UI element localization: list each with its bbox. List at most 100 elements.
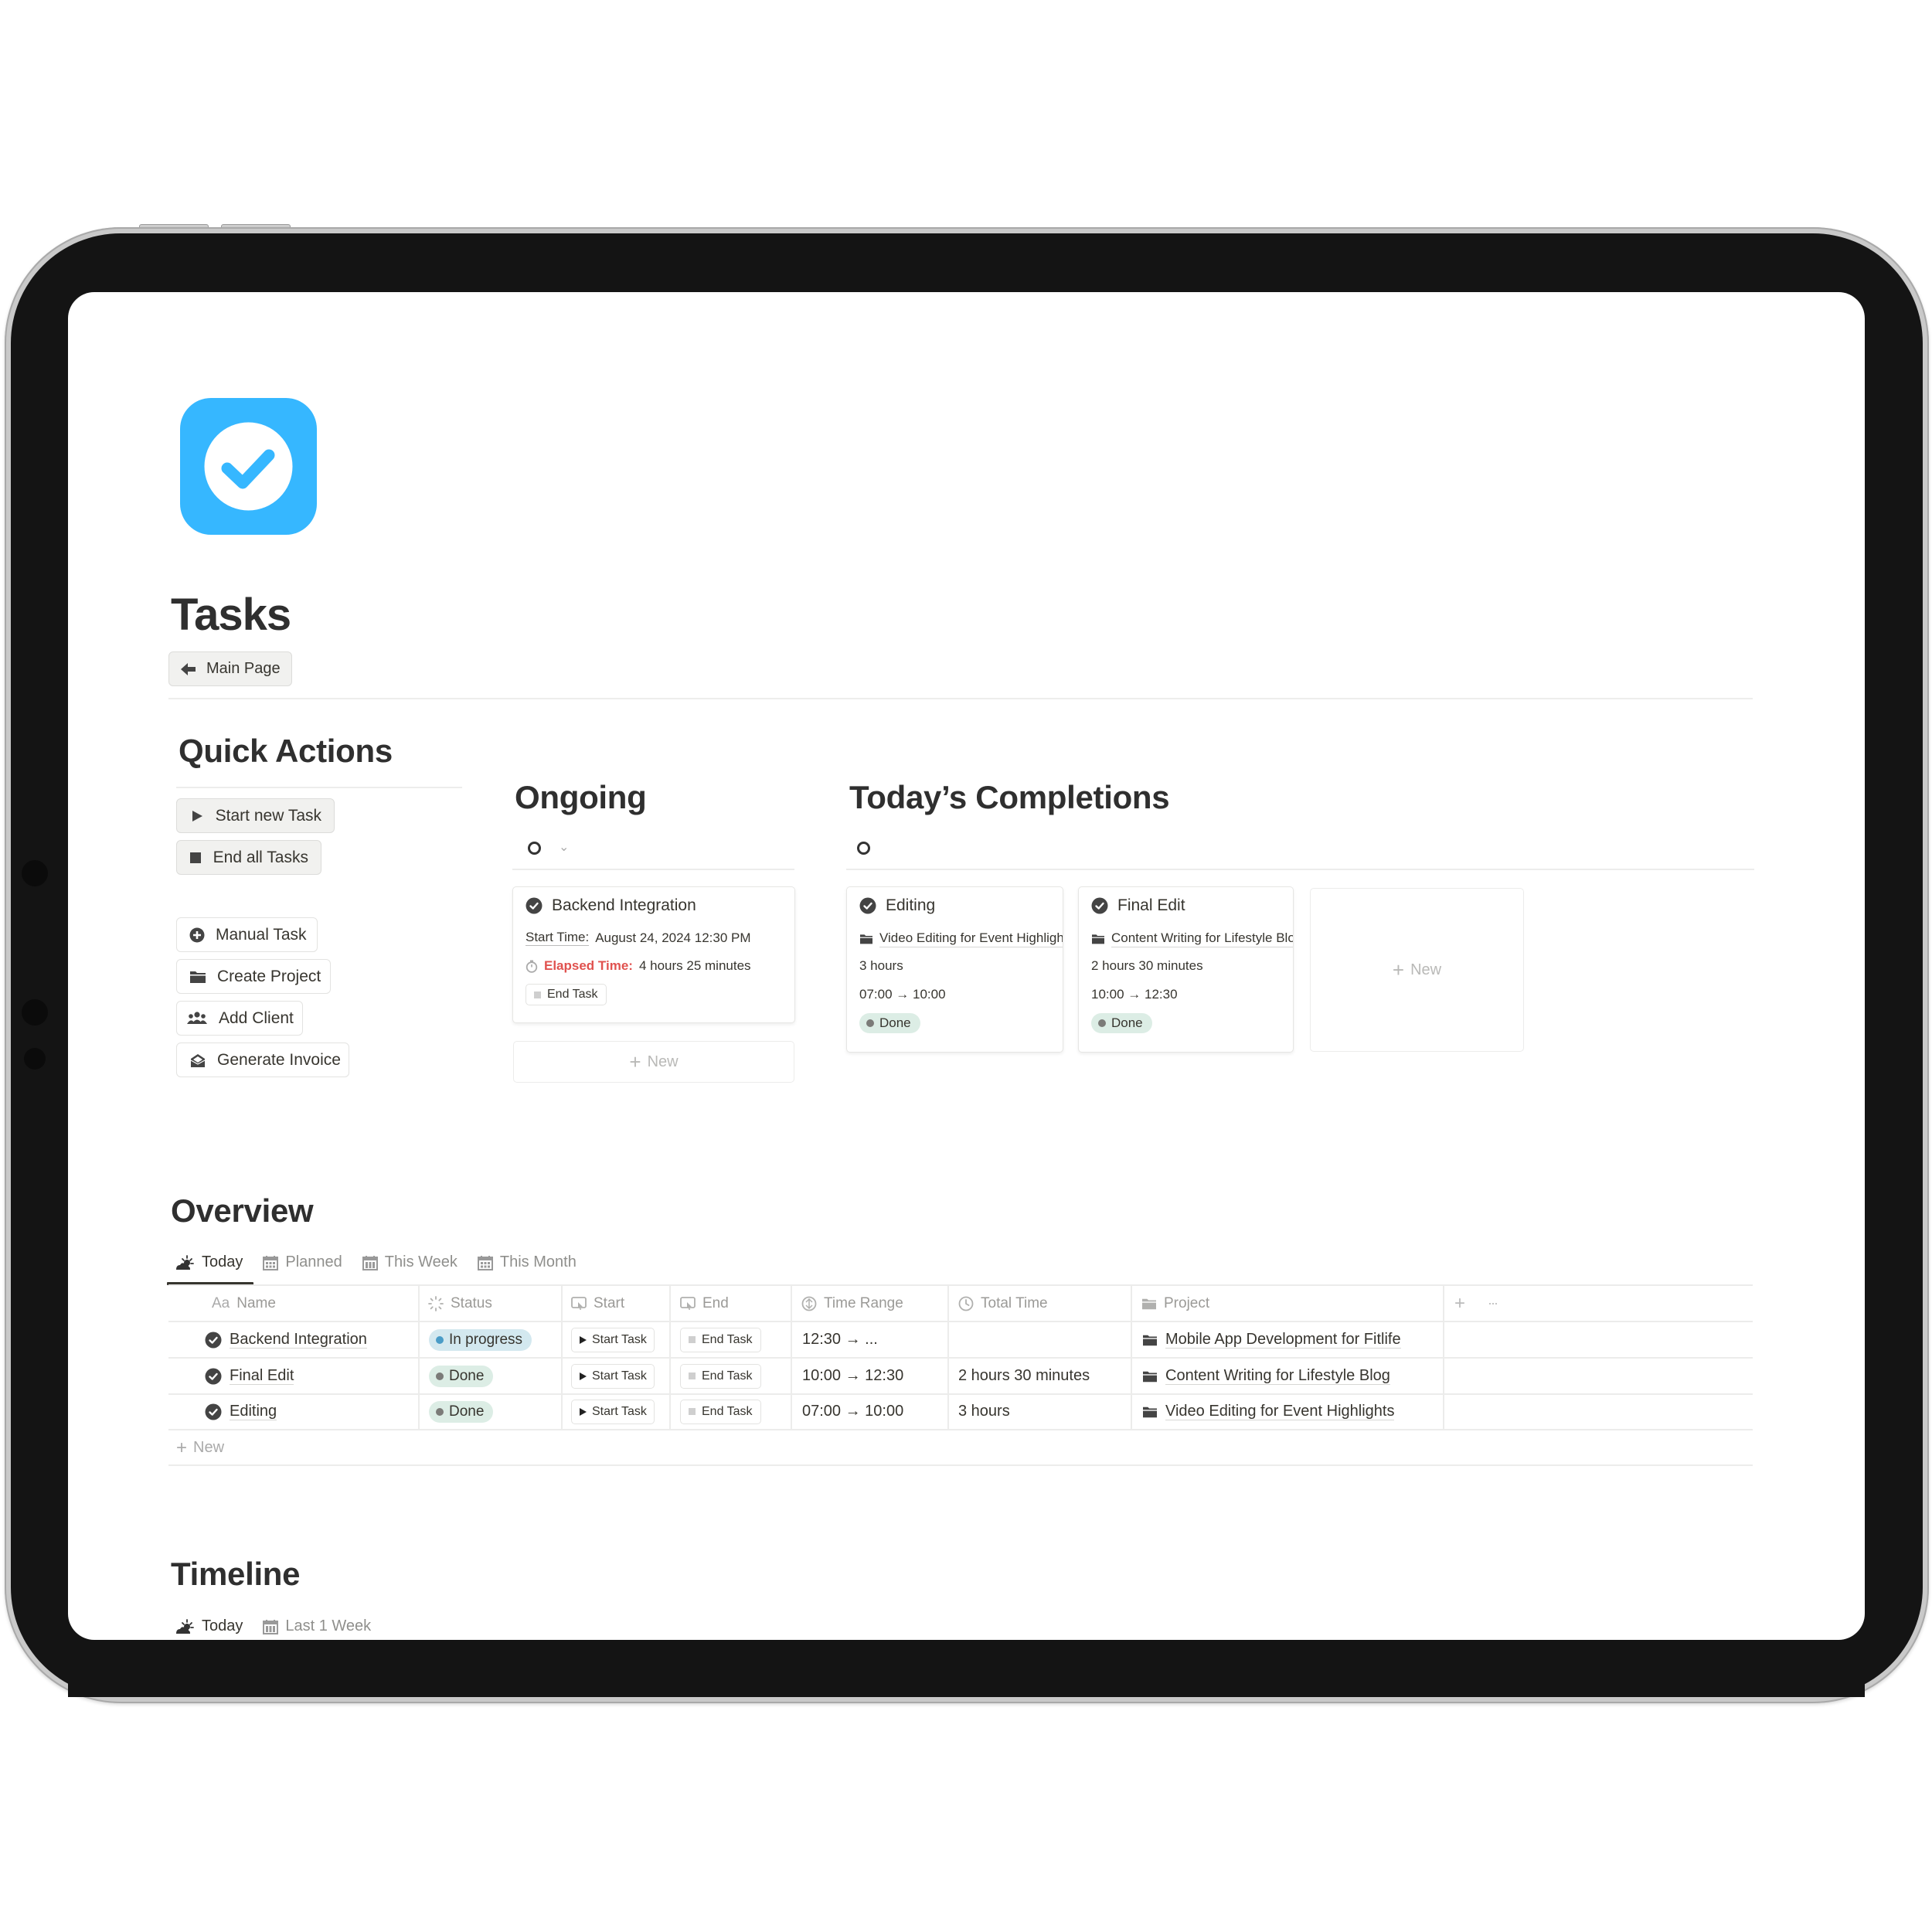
timeline-tabs: Today Last 1 Week (175, 1617, 371, 1635)
folder-icon (1092, 934, 1104, 944)
start-cell: Start Task (571, 1393, 655, 1430)
status-label: Done (879, 1015, 911, 1030)
start-cell: Start Task (571, 1358, 655, 1394)
play-icon (580, 1335, 587, 1344)
tab-today[interactable]: Today (175, 1617, 243, 1635)
end-task-label: End Task (702, 1369, 753, 1383)
add-client-button[interactable]: Add Client (176, 1001, 303, 1036)
project-link[interactable]: Video Editing for Event Highlights (879, 930, 1063, 947)
project-cell[interactable]: Content Writing for Lifestyle Blog (1142, 1358, 1390, 1394)
column-header-start[interactable]: Start (571, 1285, 624, 1321)
time-range-cell: 12:30 → ... (802, 1331, 878, 1348)
circle-icon[interactable] (857, 842, 870, 855)
status-label: Done (449, 1403, 485, 1420)
project-link[interactable]: Mobile App Development for Fitlife (1165, 1331, 1401, 1349)
folder-icon (1143, 1371, 1157, 1382)
task-name[interactable]: Backend Integration (230, 1331, 367, 1349)
main-page-button[interactable]: Main Page (168, 651, 292, 686)
column-label: End (702, 1294, 729, 1311)
column-header-status[interactable]: Status (428, 1285, 492, 1321)
column-label: Time Range (824, 1294, 903, 1311)
task-name[interactable]: Editing (230, 1403, 277, 1420)
completions-divider (846, 869, 1754, 870)
project-link[interactable]: Content Writing for Lifestyle Blog (1111, 930, 1293, 947)
stop-icon (189, 849, 202, 866)
play-icon (189, 808, 205, 825)
start-task-button[interactable]: Start Task (571, 1363, 655, 1389)
formula-icon (801, 1296, 817, 1311)
name-cell[interactable]: Editing (205, 1393, 277, 1430)
start-new-task-button[interactable]: Start new Task (176, 798, 335, 833)
end-task-button[interactable]: End Task (680, 1399, 761, 1424)
folder-icon (1142, 1298, 1156, 1309)
check-circle-icon (205, 1368, 222, 1384)
tab-today[interactable]: Today (175, 1253, 243, 1271)
button-icon (680, 1296, 696, 1310)
camera-dot (22, 860, 48, 886)
status-dot (866, 1019, 874, 1027)
sensor-dot (24, 1048, 46, 1070)
column-header-total-time[interactable]: Total Time (958, 1285, 1048, 1321)
circle-icon[interactable] (528, 842, 541, 855)
overview-heading: Overview (171, 1192, 314, 1229)
column-header-end[interactable]: End (680, 1285, 729, 1321)
column-label: Project (1164, 1294, 1210, 1311)
status-wrap: Done (1091, 1013, 1152, 1033)
start-task-button[interactable]: Start Task (571, 1399, 655, 1424)
end-task-button[interactable]: End Task (526, 984, 607, 1005)
end-cell: End Task (680, 1393, 761, 1430)
end-all-tasks-button[interactable]: End all Tasks (176, 840, 321, 875)
status-dot (436, 1335, 444, 1344)
status-dot (436, 1372, 444, 1380)
create-project-button[interactable]: Create Project (176, 959, 331, 994)
elapsed-time-value: 4 hours 25 minutes (638, 958, 751, 973)
completion-card[interactable]: Final Edit Content Writing for Lifestyle… (1078, 886, 1294, 1053)
end-task-label: End Task (702, 1404, 753, 1418)
end-task-button[interactable]: End Task (680, 1327, 761, 1352)
page-icon (180, 398, 317, 535)
completions-new-button[interactable]: + New (1310, 888, 1524, 1052)
end-task-button[interactable]: End Task (680, 1363, 761, 1389)
status-cell[interactable]: Done (429, 1393, 494, 1430)
ongoing-divider (512, 869, 794, 870)
project-cell[interactable]: Mobile App Development for Fitlife (1142, 1321, 1401, 1358)
project-link[interactable]: Video Editing for Event Highlights (1165, 1403, 1395, 1420)
start-task-button[interactable]: Start Task (571, 1327, 655, 1352)
stop-icon (689, 1372, 696, 1379)
table-new-row-button[interactable]: + New (176, 1430, 224, 1466)
column-divider (418, 1285, 420, 1430)
plus-icon: + (1392, 958, 1405, 981)
header-divider (168, 698, 1753, 699)
status-cell[interactable]: Done (429, 1358, 494, 1394)
completion-card[interactable]: Editing Video Editing for Event Highligh… (846, 886, 1063, 1053)
folder-icon (860, 934, 872, 944)
tab-planned[interactable]: Planned (263, 1253, 342, 1271)
add-column-button[interactable]: + (1454, 1285, 1465, 1321)
column-header-project[interactable]: Project (1141, 1285, 1209, 1321)
task-name[interactable]: Final Edit (230, 1367, 294, 1385)
name-cell[interactable]: Final Edit (205, 1358, 294, 1394)
column-header-name[interactable]: Aa Name (212, 1285, 276, 1321)
chevron-down-icon[interactable]: ⌄ (559, 839, 569, 855)
project-line: Video Editing for Event Highlights (859, 930, 1063, 947)
ongoing-card[interactable]: Backend Integration Start Time: August 2… (512, 886, 795, 1023)
generate-invoice-button[interactable]: Generate Invoice (176, 1043, 349, 1077)
column-header-time-range[interactable]: Time Range (801, 1285, 903, 1321)
project-cell[interactable]: Video Editing for Event Highlights (1142, 1393, 1395, 1430)
column-divider (1443, 1285, 1444, 1430)
status-badge: Done (859, 1013, 920, 1033)
tab-last-1-week[interactable]: Last 1 Week (263, 1617, 371, 1635)
manual-task-button[interactable]: Manual Task (176, 917, 318, 952)
project-link[interactable]: Content Writing for Lifestyle Blog (1165, 1367, 1390, 1385)
status-badge: Done (429, 1400, 494, 1423)
status-cell[interactable]: In progress (429, 1321, 532, 1358)
status-badge: In progress (429, 1328, 532, 1351)
add-client-label: Add Client (219, 1009, 294, 1027)
check-circle-icon (526, 897, 543, 914)
name-cell[interactable]: Backend Integration (205, 1321, 367, 1358)
tab-this-week[interactable]: This Week (362, 1253, 457, 1271)
ongoing-new-button[interactable]: + New (513, 1041, 794, 1083)
more-options-button[interactable]: ··· (1488, 1285, 1498, 1321)
time-range-cell: 10:00 → 12:30 (802, 1367, 904, 1384)
tab-this-month[interactable]: This Month (477, 1253, 577, 1271)
